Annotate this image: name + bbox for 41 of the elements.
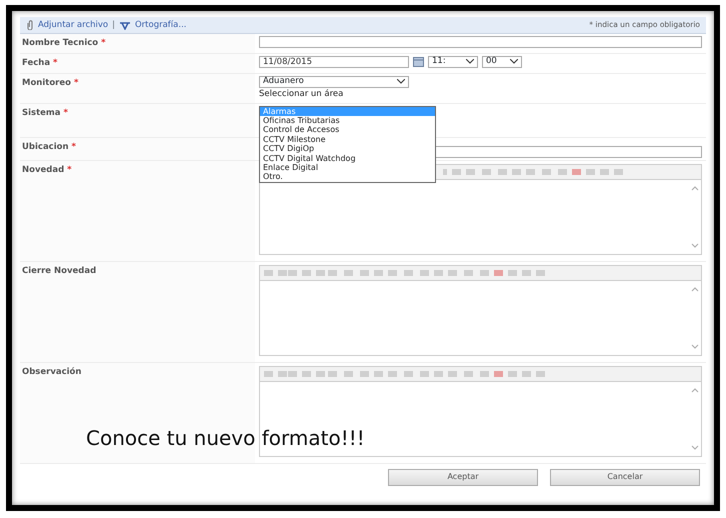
attach-file-link[interactable]: Adjuntar archivo [38, 18, 108, 32]
date-field[interactable]: 11/08/2015 [259, 56, 409, 68]
required-asterisk: * [53, 58, 58, 68]
hint-text: Seleccionar un área [259, 88, 344, 100]
field-label: Ubicacion [22, 142, 69, 152]
calendar-icon[interactable] [413, 56, 424, 67]
field-label: Cierre Novedad [22, 266, 96, 276]
paperclip-icon [26, 20, 34, 30]
cancel-button[interactable]: Cancelar [550, 468, 700, 486]
field-label: Novedad [22, 164, 64, 174]
spellcheck-icon [118, 20, 131, 30]
text-area[interactable] [259, 180, 702, 254]
caret-icon [510, 59, 518, 64]
required-asterisk: * [74, 78, 78, 88]
required-asterisk: * [72, 142, 76, 152]
dropdown-option[interactable]: Oficinas Tributarias [260, 116, 435, 126]
caption-text: Conoce tu nuevo formato!!! [86, 425, 365, 452]
toolbar-separator: | [112, 18, 115, 32]
field-label: Fecha [22, 58, 50, 68]
caret-icon [397, 79, 405, 84]
required-asterisk: * [63, 108, 68, 118]
accept-button[interactable]: Aceptar [388, 468, 538, 486]
dropdown-option[interactable]: Otro. [260, 172, 435, 182]
caret-icon [466, 59, 474, 64]
required-asterisk: * [67, 164, 72, 174]
spelling-link[interactable]: Ortografía... [134, 18, 186, 32]
dropdown-option[interactable]: CCTV Milestone [260, 134, 435, 144]
required-asterisk: * [101, 38, 106, 48]
field-label: Monitoreo [22, 78, 71, 88]
dropdown-option[interactable]: CCTV Digital Watchdog [260, 154, 435, 163]
dropdown-option[interactable]: CCTV DigiOp [260, 144, 435, 154]
minute-select[interactable]: 00 [482, 56, 522, 68]
dropdown-select[interactable]: Aduanero [259, 76, 409, 88]
dropdown-option[interactable]: Enlace Digital [260, 162, 435, 172]
field-label: Nombre Tecnico [22, 38, 98, 48]
dropdown-option[interactable]: Control de Accesos [260, 125, 435, 135]
text-area[interactable] [259, 382, 702, 456]
field-label: Observación [22, 366, 82, 376]
field-label: Sistema [22, 108, 61, 118]
text-field[interactable] [259, 36, 702, 48]
hour-select[interactable]: 11: [428, 56, 478, 68]
